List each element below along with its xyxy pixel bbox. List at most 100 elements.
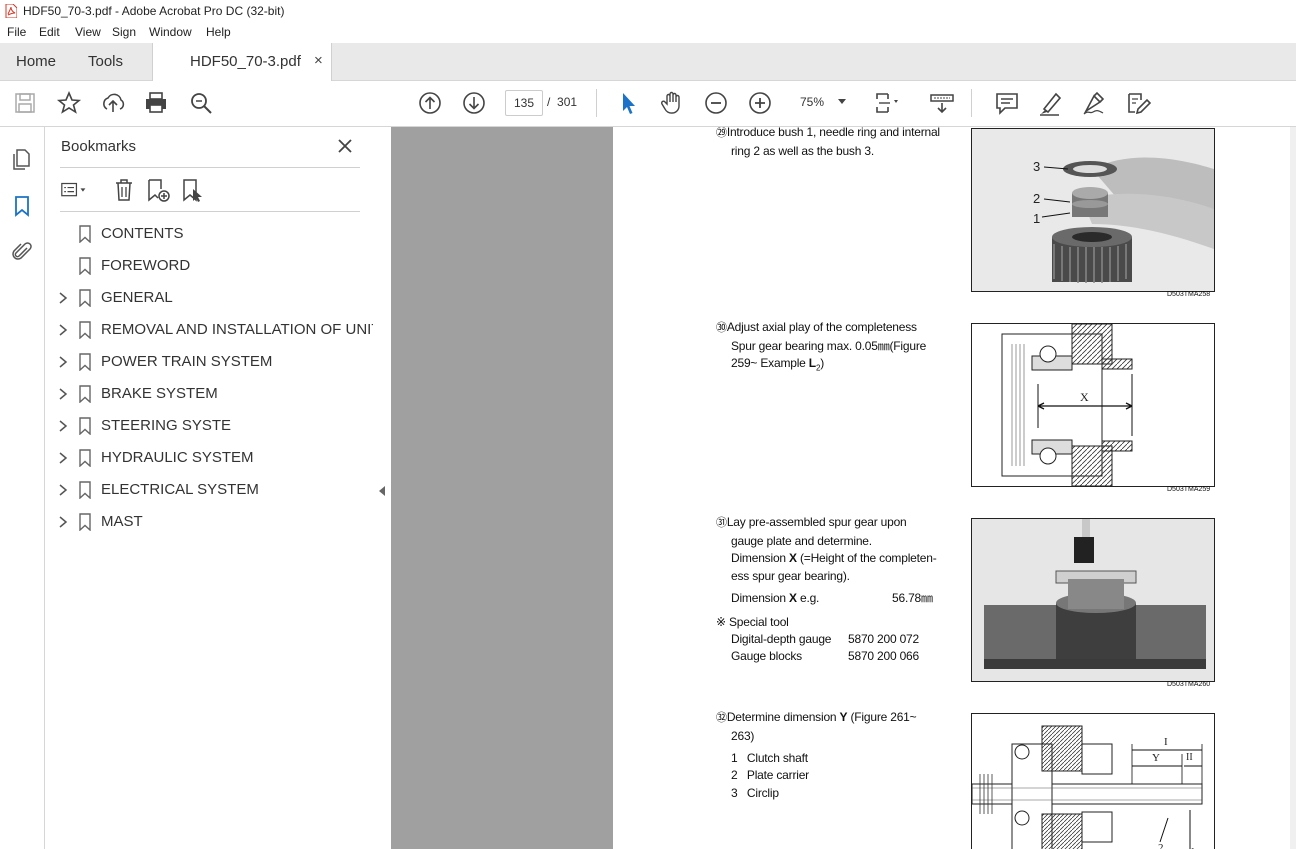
bookmark-item[interactable]: POWER TRAIN SYSTEM [45, 346, 373, 378]
special-tool-label: Special tool [729, 615, 789, 629]
acrobat-pdf-icon [5, 4, 17, 18]
attachment-icon[interactable] [10, 240, 34, 264]
title-bar: HDF50_70-3.pdf - Adobe Acrobat Pro DC (3… [0, 0, 1296, 22]
scroll-mode-icon[interactable] [929, 90, 955, 116]
bookmark-item[interactable]: BRAKE SYSTEM [45, 378, 373, 410]
tab-bar: Home Tools HDF50_70-3.pdf × [0, 43, 1296, 81]
close-icon[interactable] [335, 136, 355, 156]
bookmark-from-selection-icon[interactable] [180, 177, 206, 203]
part-number: 1 [731, 751, 738, 765]
special-mark: ※ [716, 615, 726, 629]
pdf-page[interactable]: ㉙Introduce bush 1, needle ring and inter… [613, 127, 1296, 849]
search-icon[interactable] [188, 90, 214, 116]
menu-edit[interactable]: Edit [39, 25, 60, 39]
chevron-right-icon[interactable] [57, 355, 69, 369]
page-down-icon[interactable] [461, 90, 487, 116]
bookmark-item[interactable]: ELECTRICAL SYSTEM [45, 474, 373, 506]
page-number-input[interactable]: 135 [505, 90, 543, 116]
bookmark-item[interactable]: STEERING SYSTE [45, 410, 373, 442]
chevron-right-icon[interactable] [57, 515, 69, 529]
bookmark-item[interactable]: CONTENTS [45, 218, 373, 250]
tab-tools[interactable]: Tools [88, 43, 123, 80]
bookmark-icon [79, 289, 91, 307]
new-bookmark-icon[interactable] [145, 177, 171, 203]
page-total-count: 301 [557, 95, 578, 109]
figure-label: 2 [1033, 191, 1041, 206]
bookmark-icon [79, 481, 91, 499]
step-31-line: Dimension [731, 551, 790, 565]
figure-caption: D503TMA258 [1167, 291, 1211, 298]
sign-icon[interactable] [1081, 90, 1107, 116]
step-31-line: (=Height of the completen- [796, 551, 937, 565]
dimension-value: 56.78㎜ [892, 591, 933, 605]
figure-258: 3 2 1 [971, 128, 1215, 292]
select-cursor-icon[interactable] [616, 90, 642, 116]
step-30-close: ) [820, 356, 824, 370]
zoom-in-icon[interactable] [747, 90, 773, 116]
special-tool-row: ※ Special tool [716, 614, 789, 632]
bookmarks-icon[interactable] [10, 194, 34, 218]
figure-label: 2 [1158, 842, 1164, 849]
chevron-right-icon[interactable] [57, 419, 69, 433]
bookmark-icon [79, 257, 91, 275]
bookmark-star-icon[interactable] [56, 90, 82, 116]
step-29-line: ring 2 as well as the bush 3. [731, 143, 874, 158]
zoom-select[interactable]: 75% [792, 90, 854, 114]
chevron-right-icon[interactable] [57, 291, 69, 305]
menu-sign[interactable]: Sign [112, 25, 136, 39]
menu-window[interactable]: Window [149, 25, 192, 39]
bookmark-label: MAST [101, 513, 143, 530]
tool-number: 5870 200 072 [848, 632, 920, 646]
step-29-line: Introduce bush 1, needle ring and intern… [726, 127, 940, 139]
menu-view[interactable]: View [75, 25, 101, 39]
bookmark-icon [79, 225, 91, 243]
panel-splitter[interactable] [373, 127, 391, 849]
bookmark-item[interactable]: FOREWORD [45, 250, 373, 282]
part-list-item: 2 Plate carrier [731, 767, 809, 785]
tool-number: 5870 200 066 [848, 649, 920, 663]
bookmark-label: ELECTRICAL SYSTEM [101, 481, 259, 498]
print-icon[interactable] [143, 90, 169, 116]
chevron-right-icon[interactable] [57, 323, 69, 337]
bookmark-item[interactable]: HYDRAULIC SYSTEM [45, 442, 373, 474]
chevron-right-icon[interactable] [57, 483, 69, 497]
upload-icon[interactable] [100, 90, 126, 116]
toolbar-divider [596, 89, 597, 117]
comment-icon[interactable] [994, 90, 1020, 116]
step-30-line: 259~ Example [731, 356, 809, 370]
zoom-out-icon[interactable] [703, 90, 729, 116]
step-31-line: ess spur gear bearing). [731, 568, 850, 583]
bookmark-item[interactable]: REMOVAL AND INSTALLATION OF UNIT [45, 314, 381, 346]
panel-divider [60, 167, 360, 168]
step-30-line: Adjust axial play of the completeness [726, 320, 917, 334]
edit-icon[interactable] [1125, 90, 1152, 116]
chevron-right-icon[interactable] [57, 387, 69, 401]
fit-page-icon[interactable] [873, 90, 899, 116]
bookmark-item[interactable]: GENERAL [45, 282, 373, 314]
part-name: Clutch shaft [746, 751, 808, 765]
page-separator: / [547, 95, 551, 109]
tab-document[interactable]: HDF50_70-3.pdf × [152, 43, 332, 81]
tab-document-label: HDF50_70-3.pdf [190, 53, 301, 70]
collapse-arrow-icon[interactable] [378, 486, 386, 496]
bookmark-label: REMOVAL AND INSTALLATION OF UNIT [101, 321, 381, 338]
bookmark-options-icon[interactable] [61, 177, 87, 203]
tab-home[interactable]: Home [16, 43, 56, 80]
menu-help[interactable]: Help [206, 25, 231, 39]
page-thumbnails-icon[interactable] [10, 147, 34, 171]
highlight-icon[interactable] [1037, 90, 1063, 116]
vertical-scrollbar[interactable] [1290, 127, 1296, 849]
step-31-line: Lay pre-assembled spur gear upon [726, 515, 907, 529]
part-name: Plate carrier [746, 768, 809, 782]
save-icon[interactable] [12, 90, 38, 116]
bookmark-item[interactable]: MAST [45, 506, 373, 538]
chevron-right-icon[interactable] [57, 451, 69, 465]
delete-icon[interactable] [111, 177, 137, 203]
page-up-icon[interactable] [417, 90, 443, 116]
figure-label: 1 [1033, 211, 1041, 226]
tab-close-icon[interactable]: × [314, 52, 323, 69]
bookmark-label: CONTENTS [101, 225, 184, 242]
step-32-number: ㉜ [716, 712, 727, 724]
menu-file[interactable]: File [7, 25, 26, 39]
hand-icon[interactable] [659, 90, 685, 116]
